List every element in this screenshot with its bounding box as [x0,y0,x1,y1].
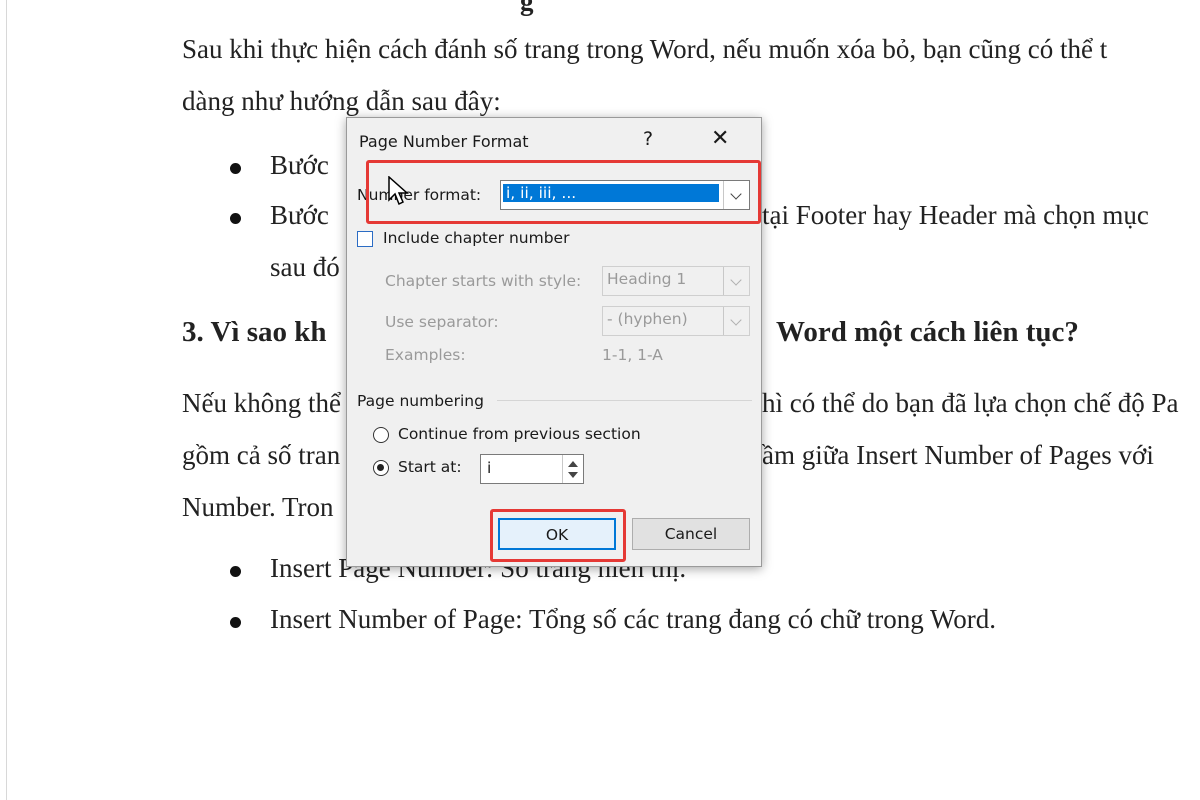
paragraph-2-line-1-left: Nếu không thể [182,388,341,418]
page-edge [6,0,7,800]
bullet-2-continuation: sau đó [270,252,340,282]
spin-up-icon[interactable] [568,461,578,467]
document-page: g Sau khi thực hiện cách đánh số trang t… [0,0,1200,800]
paragraph-2-line-2-right: ầm giữa Insert Number of Pages với [762,440,1154,470]
separator-select[interactable]: - (hyphen) [602,306,750,336]
top-cropped-heading: g [520,0,534,16]
chevron-down-icon [723,267,749,295]
cancel-button[interactable]: Cancel [632,518,750,550]
paragraph-2-line-2-left: gồm cả số tran [182,440,341,470]
start-at-value: i [487,459,492,477]
bullet-4-text: Insert Number of Page: Tổng số các trang… [270,604,997,634]
continue-label: Continue from previous section [398,425,641,443]
include-chapter-checkbox[interactable] [357,231,373,247]
number-format-highlight [366,160,761,224]
mouse-cursor-icon [388,176,409,206]
bullet-dot [230,213,241,224]
spin-down-icon[interactable] [568,472,578,478]
include-chapter-label: Include chapter number [383,229,570,247]
continue-radio[interactable] [373,427,389,443]
bullet-dot [230,566,241,577]
spinner-buttons[interactable] [562,455,583,483]
page-numbering-group-label: Page numbering [357,392,484,410]
paragraph-1-line-2: dàng như hướng dẫn sau đây: [182,86,501,116]
section-heading-right: Word một cách liên tục? [776,316,1079,348]
separator-label: Use separator: [385,313,499,331]
examples-value: 1-1, 1-A [602,346,663,364]
group-divider [497,400,752,401]
start-at-label: Start at: [398,458,462,476]
chapter-style-label: Chapter starts with style: [385,272,582,290]
paragraph-2-line-1-right: hì có thể do bạn đã lựa chọn chế độ Pa [762,388,1179,418]
section-heading-left: 3. Vì sao kh [182,316,327,348]
ok-highlight [490,509,626,562]
chapter-style-value: Heading 1 [607,270,687,288]
bullet-2-text-left: Bước [270,200,329,230]
dialog-title: Page Number Format [359,132,529,151]
chevron-down-icon [723,307,749,335]
close-icon[interactable]: ✕ [711,126,729,151]
paragraph-2-line-3: Number. Tron [182,492,334,522]
separator-value: - (hyphen) [607,310,688,328]
examples-label: Examples: [385,346,466,364]
bullet-2-text-right: tại Footer hay Header mà chọn mục [762,200,1149,230]
start-at-spinner[interactable]: i [480,454,584,484]
start-at-radio[interactable] [373,460,389,476]
chapter-style-select[interactable]: Heading 1 [602,266,750,296]
bullet-1-text: Bước [270,150,329,180]
paragraph-1-line-1: Sau khi thực hiện cách đánh số trang tro… [182,34,1108,64]
bullet-dot [230,163,241,174]
bullet-dot [230,617,241,628]
help-button[interactable]: ? [643,128,653,150]
